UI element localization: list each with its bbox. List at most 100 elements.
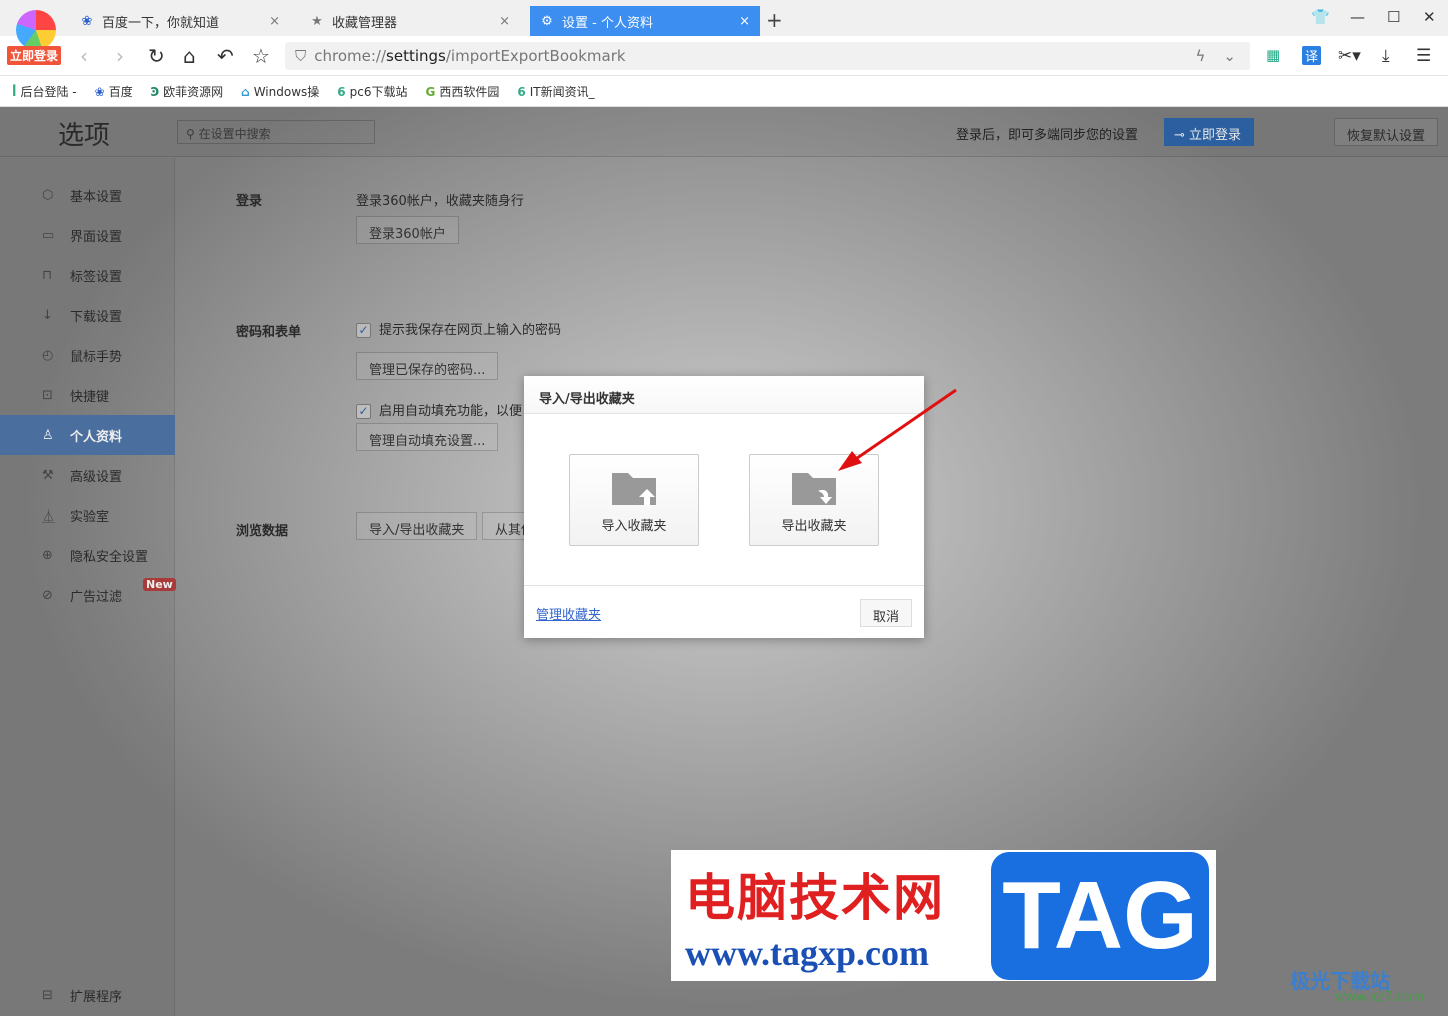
close-tab-icon[interactable]: × [269, 14, 280, 29]
sidebar-item-advanced[interactable]: ⚒ 高级设置 [0, 455, 175, 495]
tab-settings[interactable]: ⚙ 设置 - 个人资料 × [530, 6, 760, 36]
bookmark-item[interactable]: 6 pc6下载站 [337, 83, 407, 100]
section-title-login: 登录 [236, 194, 263, 209]
new-tab-button[interactable]: + [766, 8, 783, 32]
watermark-text: 电脑技术网 [685, 868, 945, 927]
checkbox-checked-icon[interactable]: ✓ [356, 404, 371, 419]
apps-grid-icon[interactable]: ▦ [1266, 46, 1280, 64]
sidebar-item-profile[interactable]: ♙ 个人资料 [0, 415, 175, 455]
forward-button[interactable]: › [116, 44, 124, 68]
pc6-icon: 6 [517, 84, 526, 99]
bookmark-item[interactable]: ❀ 百度 [95, 83, 133, 100]
manage-bookmarks-link[interactable]: 管理收藏夹 [536, 604, 601, 623]
login-badge[interactable]: 立即登录 [7, 46, 62, 65]
chevron-down-icon[interactable]: ⌄ [1223, 47, 1236, 65]
bookmark-favicon-icon: ꟾ [12, 84, 17, 99]
gear-icon: ⚙ [541, 13, 553, 29]
bookmark-favicon-icon: G [425, 84, 436, 99]
minimize-button[interactable]: — [1350, 8, 1365, 26]
tab-bookmarks[interactable]: ★ 收藏管理器 × [300, 6, 520, 36]
login-now-button[interactable]: ⊸ 立即登录 [1164, 118, 1254, 146]
watermark-xz7-url: www.xz7.com [1335, 990, 1425, 1005]
autofill-checkbox[interactable]: ✓ 启用自动填充功能，以便 [356, 400, 522, 419]
login-description: 登录360帐户，收藏夹随身行 [356, 194, 524, 209]
back-button[interactable]: ‹ [80, 44, 88, 68]
scissors-icon[interactable]: ✂▾ [1338, 46, 1361, 66]
close-tab-icon[interactable]: × [739, 14, 750, 29]
page-title: 选项 [58, 121, 111, 151]
tab-icon: ⊓ [42, 267, 53, 283]
import-bookmarks-button[interactable]: 导入收藏夹 [569, 454, 699, 546]
manage-autofill-button[interactable]: 管理自动填充设置... [356, 423, 499, 451]
bookmark-item[interactable]: G 西西软件园 [426, 83, 500, 100]
baidu-paw-icon: ❀ [81, 13, 93, 29]
settings-search-input[interactable]: ⚲ 在设置中搜索 [177, 120, 375, 144]
lightning-icon[interactable]: ϟ [1196, 47, 1206, 65]
red-arrow-annotation [838, 388, 957, 471]
star-icon: ★ [311, 13, 323, 29]
sidebar-item-privacy[interactable]: ⊕ 隐私安全设置 [0, 535, 175, 575]
reload-button[interactable]: ↻ [148, 44, 165, 68]
restore-defaults-button[interactable]: 恢复默认设置 [1334, 118, 1438, 146]
close-window-button[interactable]: ✕ [1423, 8, 1436, 26]
bookmark-item[interactable]: ꟾ 后台登陆 - [12, 83, 77, 100]
sidebar-item-shortcuts[interactable]: ⊡ 快捷键 [0, 375, 175, 415]
settings-sidebar: ⬡ 基本设置 ▭ 界面设置 ⊓ 标签设置 ↓ 下载设置 ◴ 鼠标手势 ⊡ 快捷键 ♙ 个人资料… [0, 158, 176, 1016]
menu-icon[interactable]: ☰ [1416, 46, 1431, 66]
360-logo-icon [16, 10, 56, 50]
settings-header: 选项 ⚲ 在设置中搜索 登录后，即可多端同步您的设置 ⊸ 立即登录 恢复默认设置 [0, 107, 1448, 157]
block-icon: ⊘ [42, 587, 53, 603]
sidebar-item-basic[interactable]: ⬡ 基本设置 [0, 175, 175, 215]
baidu-paw-icon: ❀ [94, 84, 105, 99]
section-title-browse: 浏览数据 [236, 524, 289, 539]
watermark-tag-logo: TAG [991, 852, 1209, 980]
checkbox-checked-icon[interactable]: ✓ [356, 323, 371, 338]
key-icon: ⊸ [1174, 128, 1190, 143]
bookmark-item[interactable]: 6 IT新闻资讯_ [517, 83, 594, 100]
watermark-tagxp: 电脑技术网 www.tagxp.com TAG [671, 850, 1216, 981]
shield-icon: ⛉ [295, 47, 307, 65]
tab-bar: ❀ 百度一下，你就知道 × ★ 收藏管理器 × ⚙ 设置 - 个人资料 × + 👕 — ☐ … [0, 0, 1448, 36]
tab-baidu[interactable]: ❀ 百度一下，你就知道 × [70, 6, 290, 36]
download-icon[interactable]: ⤓ [1382, 46, 1390, 66]
sidebar-item-mouse[interactable]: ◴ 鼠标手势 [0, 335, 175, 375]
bookmark-star-button[interactable]: ☆ [252, 44, 270, 68]
sidebar-item-interface[interactable]: ▭ 界面设置 [0, 215, 175, 255]
search-icon: ⚲ [186, 127, 199, 141]
sidebar-item-adblock[interactable]: ⊘ 广告过滤 [0, 575, 175, 615]
hexagon-icon: ⬡ [42, 187, 54, 203]
shield-icon: ⊕ [42, 547, 53, 563]
import-export-bookmarks-button[interactable]: 导入/导出收藏夹 [356, 512, 478, 540]
mouse-icon: ◴ [42, 347, 54, 363]
browser-logo[interactable]: 立即登录 [7, 10, 62, 65]
watermark-url: www.tagxp.com [685, 933, 929, 973]
maximize-button[interactable]: ☐ [1387, 8, 1400, 26]
address-bar[interactable]: ⛉ chrome://settings/importExportBookmark ϟ… [285, 42, 1250, 70]
bookmark-item[interactable]: ⌂ Windows操 [241, 83, 319, 100]
close-tab-icon[interactable]: × [499, 14, 510, 29]
sync-hint: 登录后，即可多端同步您的设置 [956, 128, 1139, 143]
shirt-skin-icon[interactable]: 👕 [1311, 8, 1330, 26]
pc6-icon: 6 [337, 84, 346, 99]
download-icon: ↓ [42, 307, 53, 323]
dialog-footer: 管理收藏夹 取消 [524, 585, 924, 638]
extension-icon: ⊟ [42, 987, 53, 1003]
window-icon: ▭ [42, 227, 55, 243]
sidebar-item-lab[interactable]: ⏅ 实验室 [0, 495, 175, 535]
cancel-button[interactable]: 取消 [860, 599, 912, 627]
bookmark-favicon-icon: ⌂ [241, 84, 250, 99]
save-password-checkbox[interactable]: ✓ 提示我保存在网页上输入的密码 [356, 319, 561, 338]
toolbar: ‹ › ↻ ⌂ ↶ ☆ ⛉ chrome://settings/importExp… [0, 36, 1448, 76]
home-button[interactable]: ⌂ [183, 44, 196, 68]
bookmark-favicon-icon: Ͽ [150, 84, 160, 99]
keyboard-icon: ⊡ [42, 387, 53, 403]
manage-passwords-button[interactable]: 管理已保存的密码... [356, 352, 499, 380]
wrench-icon: ⚒ [42, 467, 54, 483]
login-360-button[interactable]: 登录360帐户 [356, 216, 459, 244]
translate-button[interactable]: 译 [1302, 46, 1322, 65]
sidebar-item-download[interactable]: ↓ 下载设置 [0, 295, 175, 335]
undo-close-button[interactable]: ↶ [217, 44, 234, 68]
bookmark-item[interactable]: Ͽ 欧菲资源网 [151, 83, 223, 100]
sidebar-item-extensions[interactable]: ⊟ 扩展程序 [0, 975, 175, 1015]
sidebar-item-tabs[interactable]: ⊓ 标签设置 [0, 255, 175, 295]
